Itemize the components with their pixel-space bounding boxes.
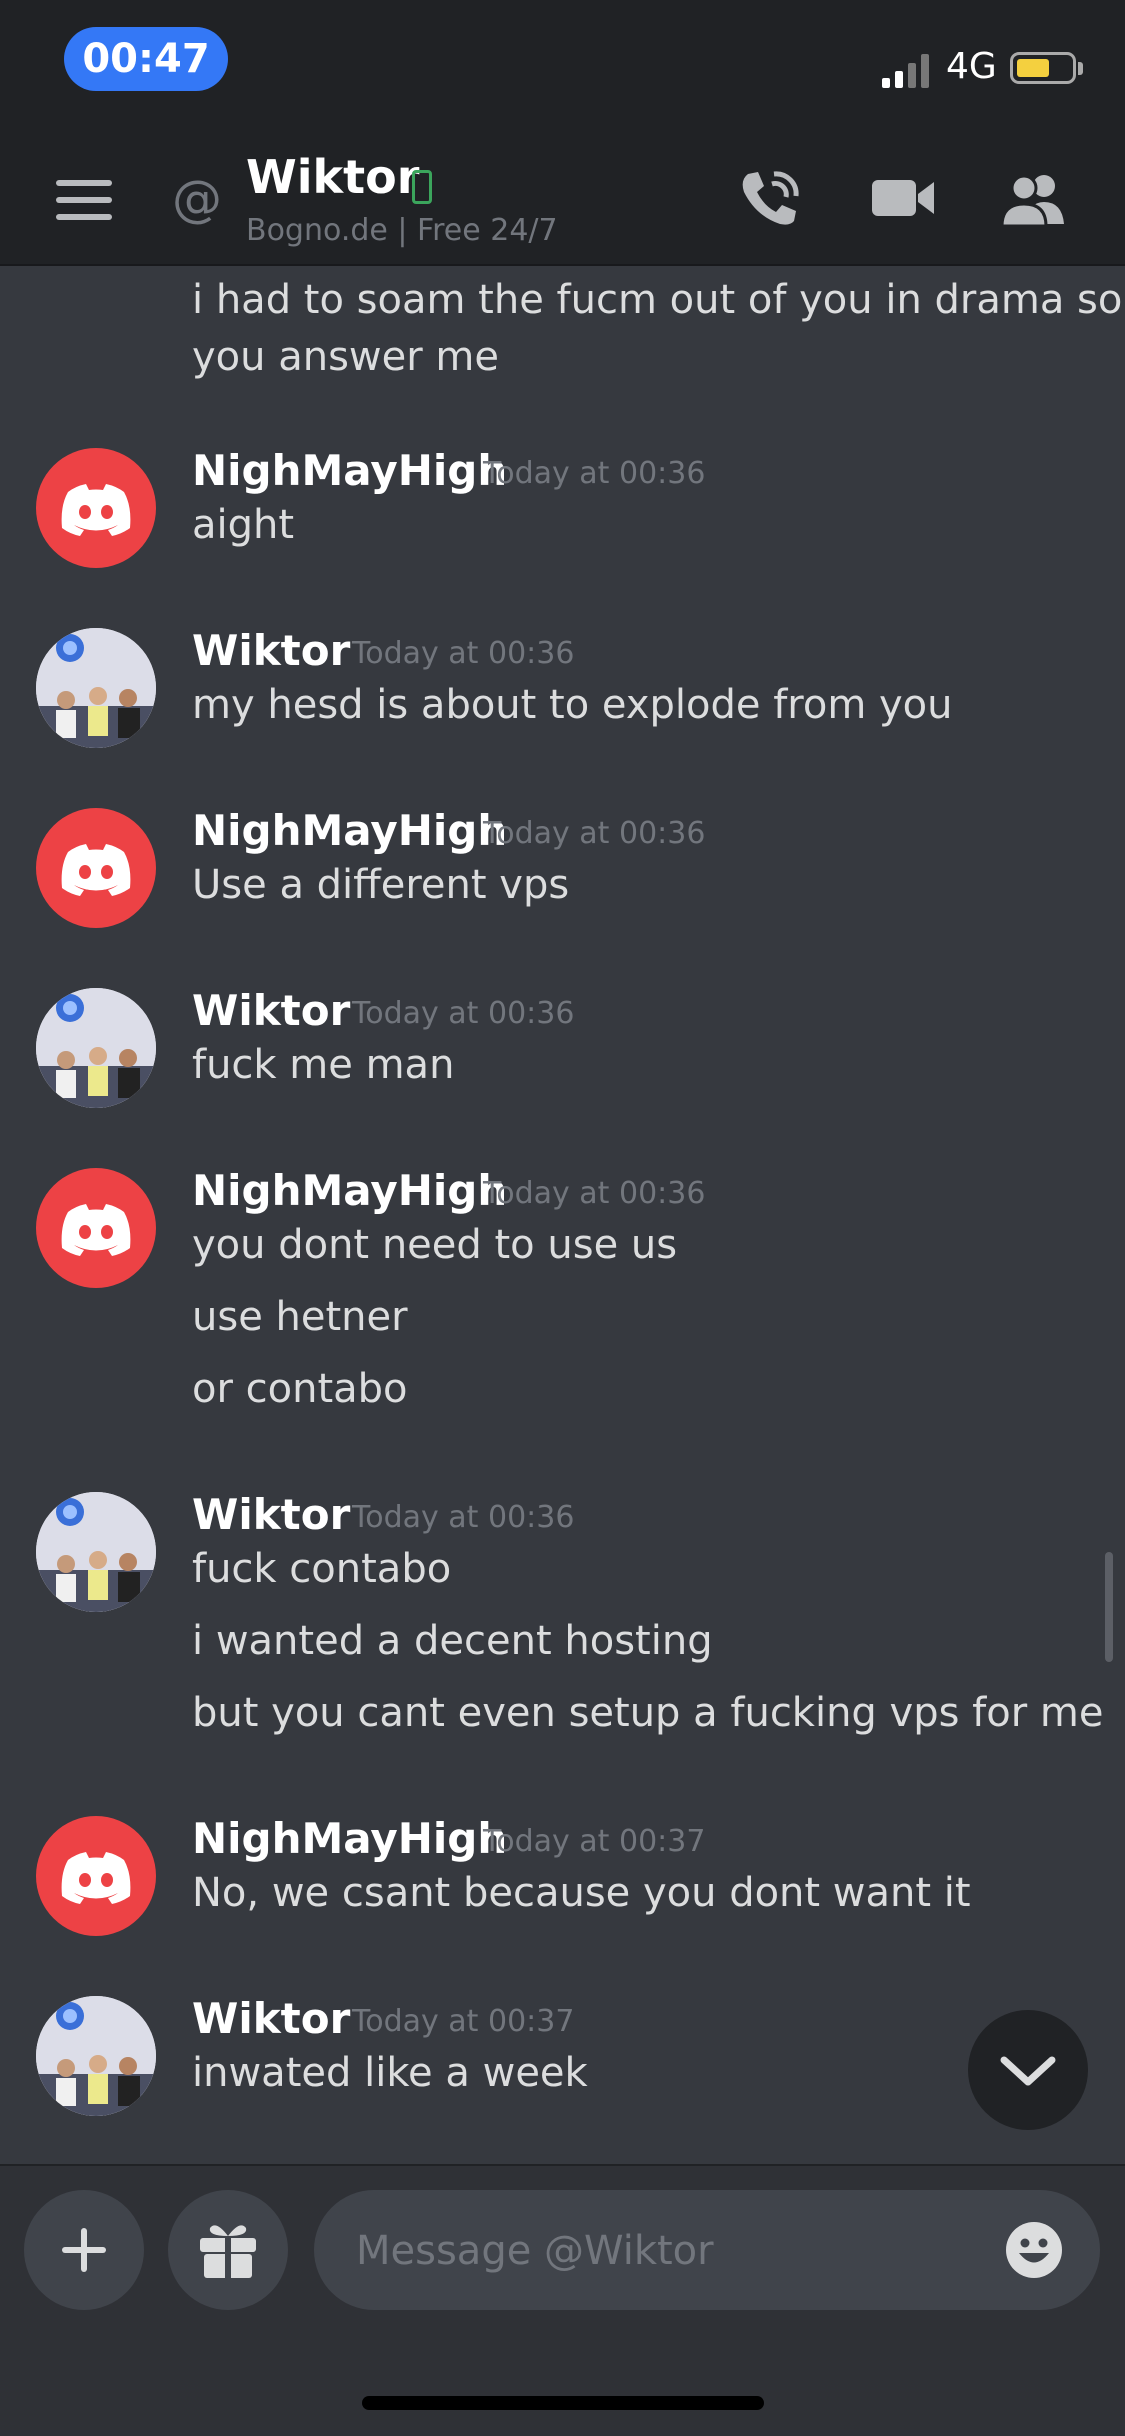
message-author[interactable]: NighMayHigh xyxy=(192,1166,507,1215)
message-text: i had to soam the fucm out of you in dra… xyxy=(192,277,1123,323)
avatar[interactable] xyxy=(36,1492,156,1612)
message-timestamp: Today at 00:37 xyxy=(352,2004,575,2039)
emoji-icon[interactable] xyxy=(1004,2220,1064,2280)
message-timestamp: Today at 00:36 xyxy=(483,1176,706,1211)
message-timestamp: Today at 00:37 xyxy=(483,1824,706,1859)
discord-logo-icon xyxy=(61,1204,131,1256)
avatar[interactable] xyxy=(36,1996,156,2116)
message-text: fuck contabo xyxy=(192,1546,452,1592)
battery-icon xyxy=(1010,52,1076,84)
message-text: i wanted a decent hosting xyxy=(192,1618,713,1664)
message-author[interactable]: Wiktor xyxy=(192,626,350,675)
home-indicator xyxy=(362,2396,764,2410)
message-author[interactable]: NighMayHigh xyxy=(192,1814,507,1863)
attach-button[interactable] xyxy=(24,2190,144,2310)
signal-icon xyxy=(882,54,929,88)
plus-icon xyxy=(62,2228,106,2272)
message-text: inwated like a week xyxy=(192,2050,588,2096)
at-icon: @ xyxy=(172,170,222,228)
avatar[interactable] xyxy=(36,628,156,748)
avatar[interactable] xyxy=(36,808,156,928)
message-timestamp: Today at 00:36 xyxy=(352,1500,575,1535)
message-text: aight xyxy=(192,502,295,548)
mobile-status-icon xyxy=(412,170,432,204)
message-input[interactable] xyxy=(354,2190,978,2312)
message-text: but you cant even setup a fucking vps fo… xyxy=(192,1690,1104,1736)
message-text: No, we csant because you dont want it xyxy=(192,1870,971,1916)
message-timestamp: Today at 00:36 xyxy=(352,996,575,1031)
discord-logo-icon xyxy=(61,1852,131,1904)
discord-logo-icon xyxy=(61,844,131,896)
avatar[interactable] xyxy=(36,988,156,1108)
avatar-photo xyxy=(36,1492,156,1612)
message-text: my hesd is about to explode from you xyxy=(192,682,953,728)
members-icon[interactable] xyxy=(998,168,1068,228)
message-text: Use a different vps xyxy=(192,862,570,908)
network-label: 4G xyxy=(946,46,997,87)
message-input-container xyxy=(314,2190,1100,2312)
gift-button[interactable] xyxy=(168,2190,288,2310)
custom-status: Bogno.de | Free 24/7 xyxy=(246,213,558,248)
video-call-icon[interactable] xyxy=(868,168,938,228)
message-text: or contabo xyxy=(192,1366,408,1412)
dm-name[interactable]: Wiktor xyxy=(246,150,419,204)
jump-to-present-button[interactable] xyxy=(968,2010,1088,2130)
message-author[interactable]: NighMayHigh xyxy=(192,446,507,495)
message-author[interactable]: Wiktor xyxy=(192,1994,350,2043)
avatar-photo xyxy=(36,988,156,1108)
message-text: use hetner xyxy=(192,1294,408,1340)
message-timestamp: Today at 00:36 xyxy=(352,636,575,671)
chat-header xyxy=(0,130,1125,264)
scrollbar-thumb[interactable] xyxy=(1105,1552,1113,1662)
avatar[interactable] xyxy=(36,448,156,568)
message-author[interactable]: NighMayHigh xyxy=(192,806,507,855)
gift-icon xyxy=(200,2225,256,2280)
message-text: you dont need to use us xyxy=(192,1222,678,1268)
message-text: you answer me xyxy=(192,334,499,380)
message-author[interactable]: Wiktor xyxy=(192,1490,350,1539)
message-timestamp: Today at 00:36 xyxy=(483,456,706,491)
avatar-photo xyxy=(36,1996,156,2116)
avatar[interactable] xyxy=(36,1816,156,1936)
status-time: 00:47 xyxy=(64,27,228,91)
avatar-photo xyxy=(36,628,156,748)
message-list[interactable]: i had to soam the fucm out of you in dra… xyxy=(0,266,1125,2166)
message-text: fuck me man xyxy=(192,1042,455,1088)
message-timestamp: Today at 00:36 xyxy=(483,816,706,851)
battery-cap xyxy=(1078,62,1083,75)
chevron-down-icon xyxy=(1000,2056,1056,2086)
voice-call-icon[interactable] xyxy=(734,168,804,228)
message-author[interactable]: Wiktor xyxy=(192,986,350,1035)
discord-logo-icon xyxy=(61,484,131,536)
avatar[interactable] xyxy=(36,1168,156,1288)
menu-icon[interactable] xyxy=(56,180,112,220)
